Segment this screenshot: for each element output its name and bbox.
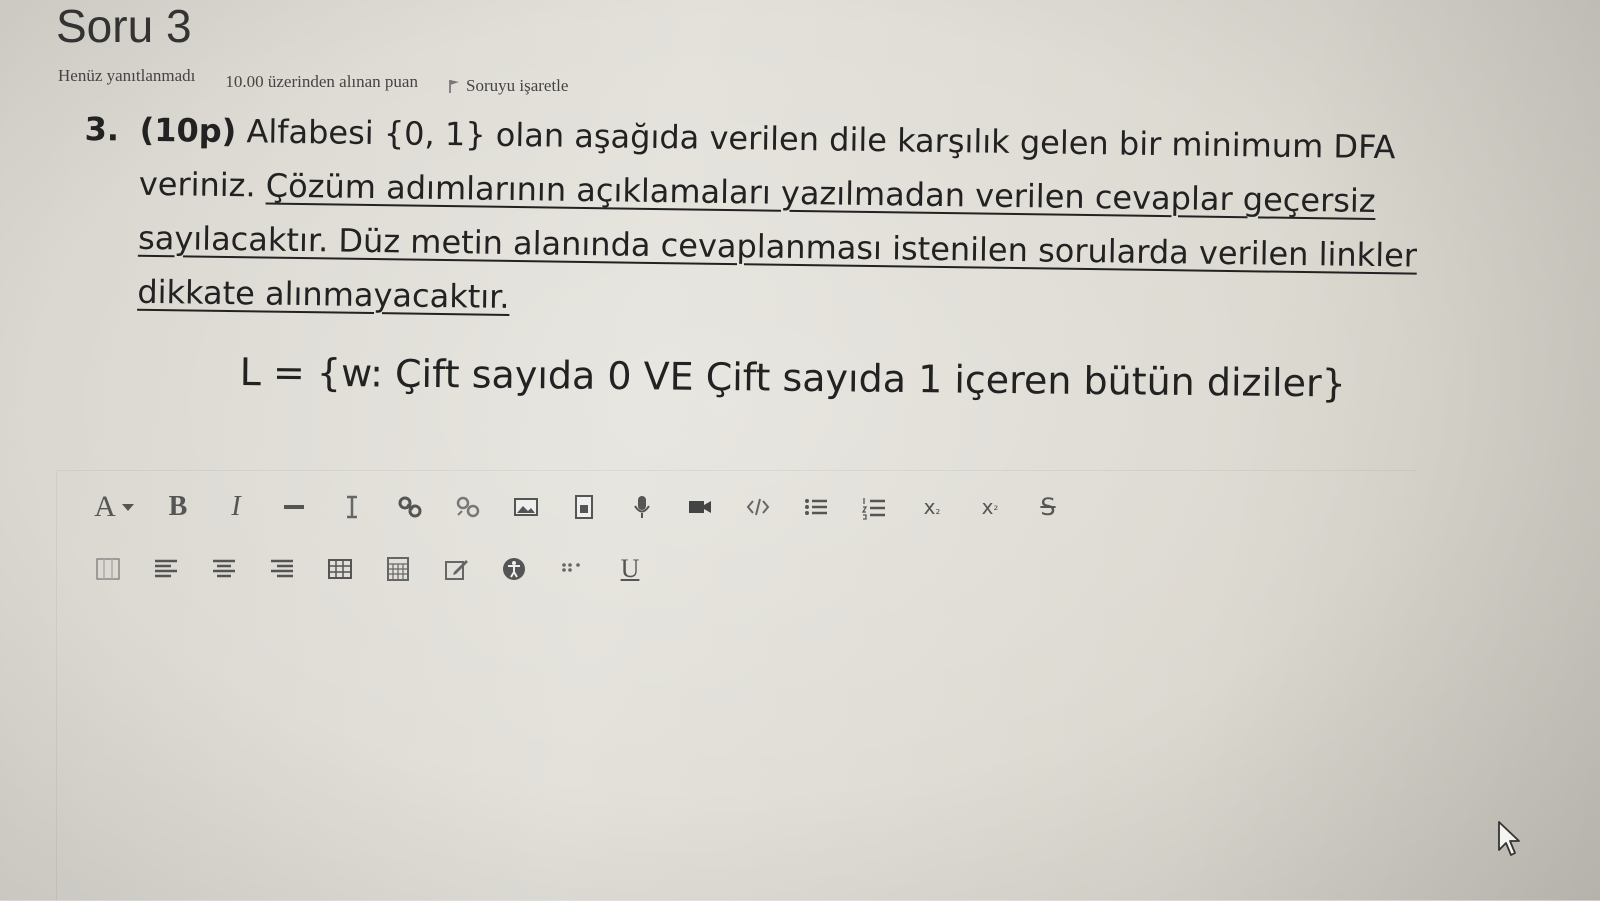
edit-button[interactable] — [427, 549, 485, 589]
code-button[interactable] — [729, 487, 787, 527]
text-cursor-button[interactable] — [323, 487, 381, 527]
code-icon — [746, 498, 770, 516]
align-right-icon — [271, 559, 293, 578]
flag-icon — [449, 80, 459, 93]
bullet-list-icon — [805, 499, 827, 515]
question-points: (10p) — [139, 110, 237, 151]
underline-button[interactable]: U — [601, 549, 659, 589]
question-number: 3. — [84, 109, 120, 149]
accessibility-icon — [503, 558, 525, 580]
question-text: 3. (10p) Alfabesi {0, 1} olan aşağıda ve… — [82, 102, 1445, 337]
bullet-list-button[interactable] — [787, 487, 845, 527]
link-icon — [398, 496, 422, 518]
table-edit-icon — [387, 557, 409, 581]
media-button[interactable] — [555, 487, 613, 527]
editor-toolbar-row-1: A B I x₂ x² S — [79, 487, 1077, 527]
record-video-button[interactable] — [671, 487, 729, 527]
language-definition: L = {w: Çift sayıda 0 VE Çift sayıda 1 i… — [239, 350, 1346, 406]
question-text-underlined: Çözüm adımlarının açıklamaları yazılmada… — [137, 166, 1418, 316]
table-button[interactable] — [311, 549, 369, 589]
table-edit-button[interactable] — [369, 549, 427, 589]
bold-icon: B — [168, 491, 188, 522]
answer-editor: A B I x₂ x² S U — [56, 470, 1417, 901]
font-family-icon: A — [94, 490, 116, 523]
edit-icon — [445, 560, 468, 580]
link-button[interactable] — [381, 487, 439, 527]
strikethrough-icon: S — [1040, 493, 1056, 521]
underline-icon: U — [620, 554, 640, 583]
special-chars-button[interactable] — [543, 549, 601, 589]
align-right-button[interactable] — [253, 549, 311, 589]
superscript-icon: x² — [981, 495, 999, 519]
table-icon — [328, 559, 352, 579]
superscript-button[interactable]: x² — [961, 487, 1019, 527]
align-left-icon — [155, 559, 177, 578]
editor-toolbar-row-2: U — [79, 549, 659, 589]
align-center-icon — [213, 559, 235, 578]
question-status: Henüz yanıtlanmadı — [58, 66, 196, 85]
question-grade: 10.00 üzerinden alınan puan — [225, 72, 418, 91]
chevron-down-icon — [121, 503, 134, 511]
media-icon — [575, 495, 593, 519]
flag-question-link[interactable]: Soruyu işaretle — [448, 76, 568, 96]
accessibility-button[interactable] — [485, 549, 543, 589]
question-body: (10p) Alfabesi {0, 1} olan aşağıda veril… — [137, 103, 1445, 337]
align-left-button[interactable] — [137, 549, 195, 589]
image-icon — [514, 498, 538, 516]
question-heading: Soru 3 — [56, 0, 192, 52]
microphone-icon — [634, 496, 650, 518]
italic-button[interactable]: I — [207, 487, 265, 527]
image-button[interactable] — [497, 487, 555, 527]
special-chars-icon — [562, 563, 580, 572]
text-cursor-icon — [347, 495, 357, 519]
flag-question-label: Soruyu işaretle — [465, 76, 569, 95]
font-family-button[interactable]: A — [79, 487, 149, 527]
video-icon — [689, 501, 711, 513]
unlink-button[interactable] — [439, 487, 497, 527]
numbered-list-button[interactable] — [845, 487, 903, 527]
bold-button[interactable]: B — [149, 487, 207, 527]
subscript-icon: x₂ — [923, 495, 941, 519]
subscript-button[interactable]: x₂ — [903, 487, 961, 527]
horizontal-rule-button[interactable] — [265, 487, 323, 527]
mouse-pointer-icon — [1498, 821, 1520, 856]
unlink-icon — [456, 496, 480, 518]
block-button[interactable] — [79, 549, 137, 589]
italic-icon: I — [231, 491, 241, 522]
horizontal-rule-icon — [284, 505, 304, 509]
record-audio-button[interactable] — [613, 487, 671, 527]
block-icon — [96, 558, 120, 580]
strikethrough-button[interactable]: S — [1019, 487, 1077, 527]
answer-text-area[interactable] — [57, 601, 1417, 901]
question-info: Henüz yanıtlanmadı 10.00 üzerinden alına… — [58, 66, 568, 96]
align-center-button[interactable] — [195, 549, 253, 589]
numbered-list-icon — [861, 498, 885, 520]
